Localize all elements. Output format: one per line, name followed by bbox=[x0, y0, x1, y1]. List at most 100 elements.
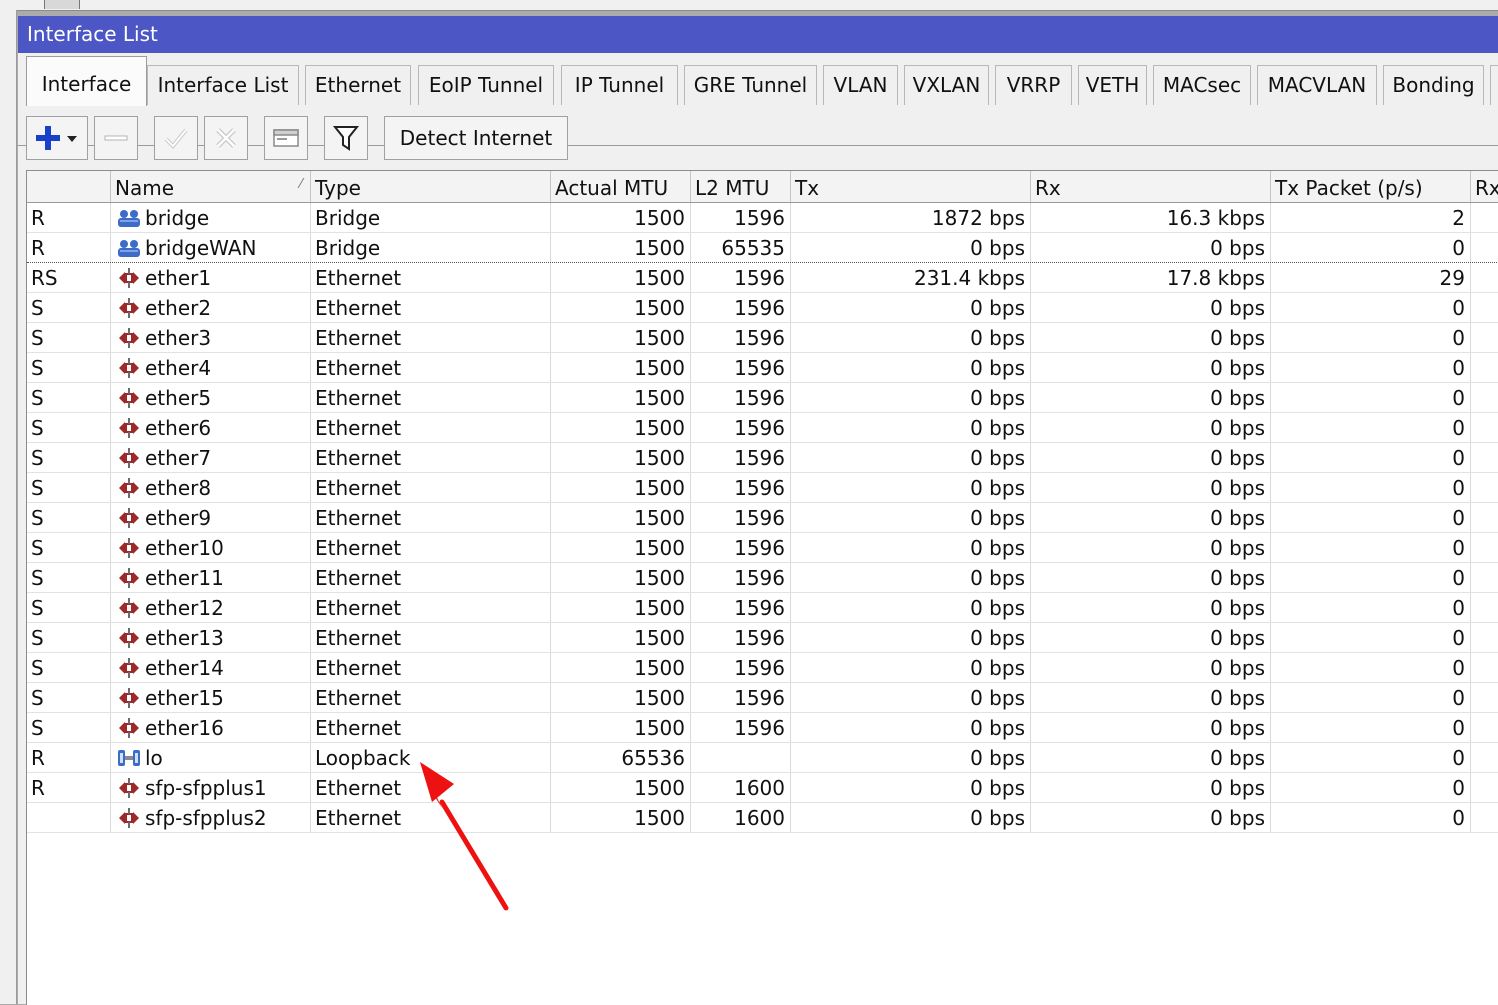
table-row[interactable]: Sether3 Ethernet 1500 1596 0 bps 0 bps 0 bbox=[27, 323, 1498, 353]
cell-rx: 0 bps bbox=[1031, 773, 1271, 802]
cell-rx: 0 bps bbox=[1031, 323, 1271, 352]
table-row[interactable]: Sether9 Ethernet 1500 1596 0 bps 0 bps 0 bbox=[27, 503, 1498, 533]
cell-l2-mtu: 1596 bbox=[691, 263, 791, 292]
window-titlebar[interactable]: Interface List bbox=[18, 16, 1498, 53]
column-header-rx[interactable]: Rx bbox=[1031, 171, 1271, 202]
cell-name: sfp-sfpplus1 bbox=[111, 773, 311, 802]
plus-icon bbox=[36, 126, 77, 150]
bridge-icon bbox=[118, 210, 140, 227]
tab-vlan[interactable]: VLAN bbox=[823, 65, 898, 105]
cell-flags: S bbox=[27, 353, 111, 382]
interface-name: bridge bbox=[145, 206, 210, 230]
interface-name: ether1 bbox=[145, 266, 212, 290]
cell-type: Ethernet bbox=[311, 803, 551, 832]
cell-flags: R bbox=[27, 773, 111, 802]
tab-vrrp[interactable]: VRRP bbox=[995, 65, 1072, 105]
table-row[interactable]: Sether16 Ethernet 1500 1596 0 bps 0 bps 0 bbox=[27, 713, 1498, 743]
column-header-flags[interactable] bbox=[27, 171, 111, 202]
tab-macvlan[interactable]: MACVLAN bbox=[1257, 65, 1377, 105]
table-row[interactable]: Sether8 Ethernet 1500 1596 0 bps 0 bps 0 bbox=[27, 473, 1498, 503]
tab-overflow[interactable] bbox=[1490, 65, 1498, 105]
table-row[interactable]: Sether2 Ethernet 1500 1596 0 bps 0 bps 0 bbox=[27, 293, 1498, 323]
cell-rx-packet bbox=[1471, 683, 1498, 712]
table-row[interactable]: Sether4 Ethernet 1500 1596 0 bps 0 bps 0 bbox=[27, 353, 1498, 383]
cell-name: ether11 bbox=[111, 563, 311, 592]
cell-tx: 0 bps bbox=[791, 593, 1031, 622]
tab-interface-list[interactable]: Interface List bbox=[147, 65, 299, 105]
interface-name: ether15 bbox=[145, 686, 224, 710]
column-header-tx[interactable]: Tx bbox=[791, 171, 1031, 202]
tab-interface[interactable]: Interface bbox=[26, 56, 147, 106]
tab-ip-tunnel[interactable]: IP Tunnel bbox=[561, 65, 678, 105]
background-left-strip bbox=[0, 10, 17, 1004]
column-header-rx-packet[interactable]: Rx bbox=[1471, 171, 1498, 202]
table-row[interactable]: Rsfp-sfpplus1 Ethernet 1500 1600 0 bps 0 bps 0 bbox=[27, 773, 1498, 803]
table-row[interactable]: Rlo Loopback 65536 0 bps 0 bps 0 bbox=[27, 743, 1498, 773]
background-tab[interactable] bbox=[44, 0, 80, 9]
tab-ethernet[interactable]: Ethernet bbox=[305, 65, 411, 105]
table-row[interactable]: Sether11 Ethernet 1500 1596 0 bps 0 bps 0 bbox=[27, 563, 1498, 593]
table-row[interactable]: Sether5 Ethernet 1500 1596 0 bps 0 bps 0 bbox=[27, 383, 1498, 413]
table-row[interactable]: Sether10 Ethernet 1500 1596 0 bps 0 bps 0 bbox=[27, 533, 1498, 563]
add-button[interactable] bbox=[26, 116, 88, 160]
cell-l2-mtu: 1600 bbox=[691, 803, 791, 832]
tab-eoip-tunnel[interactable]: EoIP Tunnel bbox=[418, 65, 554, 105]
cell-rx-packet bbox=[1471, 203, 1498, 232]
disable-button[interactable] bbox=[204, 116, 248, 160]
cell-rx: 0 bps bbox=[1031, 713, 1271, 742]
cell-actual-mtu: 1500 bbox=[551, 443, 691, 472]
table-row[interactable]: RS ether1 Ethernet 1500 1596 231.4 kbps 17.8 k… bbox=[27, 263, 1498, 293]
tab-gre-tunnel[interactable]: GRE Tunnel bbox=[684, 65, 817, 105]
cell-tx: 0 bps bbox=[791, 443, 1031, 472]
table-row[interactable]: Sether7 Ethernet 1500 1596 0 bps 0 bps 0 bbox=[27, 443, 1498, 473]
comment-button[interactable] bbox=[264, 116, 308, 160]
minus-icon bbox=[104, 135, 128, 141]
ethernet-icon bbox=[119, 448, 139, 468]
cell-rx: 0 bps bbox=[1031, 293, 1271, 322]
table-row[interactable]: Rbridge Bridge 1500 1596 1872 bps 16.3 kbps 2 bbox=[27, 203, 1498, 233]
column-header-type[interactable]: Type bbox=[311, 171, 551, 202]
table-row[interactable]: Sether15 Ethernet 1500 1596 0 bps 0 bps 0 bbox=[27, 683, 1498, 713]
enable-button[interactable] bbox=[154, 116, 198, 160]
cell-flags: S bbox=[27, 653, 111, 682]
cell-flags: S bbox=[27, 323, 111, 352]
column-header-tx-packet[interactable]: Tx Packet (p/s) bbox=[1271, 171, 1471, 202]
cell-actual-mtu: 1500 bbox=[551, 623, 691, 652]
cell-tx-packet: 0 bbox=[1271, 443, 1471, 472]
cell-actual-mtu: 1500 bbox=[551, 293, 691, 322]
remove-button[interactable] bbox=[94, 116, 138, 160]
table-row[interactable]: Sether6 Ethernet 1500 1596 0 bps 0 bps 0 bbox=[27, 413, 1498, 443]
tab-bar: Interface Interface List Ethernet EoIP T… bbox=[18, 56, 1498, 146]
cell-rx-packet bbox=[1471, 443, 1498, 472]
table-row[interactable]: sfp-sfpplus2 Ethernet 1500 1600 0 bps 0 bps 0 bbox=[27, 803, 1498, 833]
cell-flags: R bbox=[27, 233, 111, 262]
tab-vxlan[interactable]: VXLAN bbox=[904, 65, 989, 105]
table-row[interactable]: Sether14 Ethernet 1500 1596 0 bps 0 bps 0 bbox=[27, 653, 1498, 683]
cell-l2-mtu: 1596 bbox=[691, 353, 791, 382]
table-row[interactable]: RbridgeWAN Bridge 1500 65535 0 bps 0 bps 0 bbox=[27, 233, 1498, 263]
cell-l2-mtu: 1596 bbox=[691, 293, 791, 322]
cell-flags: S bbox=[27, 623, 111, 652]
table-row[interactable]: Sether13 Ethernet 1500 1596 0 bps 0 bps 0 bbox=[27, 623, 1498, 653]
filter-button[interactable] bbox=[324, 116, 368, 160]
interface-name: ether12 bbox=[145, 596, 224, 620]
cell-tx-packet: 0 bbox=[1271, 803, 1471, 832]
column-header-name[interactable]: Name ⁄ bbox=[111, 171, 311, 202]
cell-l2-mtu: 1596 bbox=[691, 623, 791, 652]
cell-name: ether12 bbox=[111, 593, 311, 622]
tab-macsec[interactable]: MACsec bbox=[1153, 65, 1251, 105]
table-row[interactable]: Sether12 Ethernet 1500 1596 0 bps 0 bps 0 bbox=[27, 593, 1498, 623]
cell-tx: 0 bps bbox=[791, 233, 1031, 262]
interface-name: ether6 bbox=[145, 416, 212, 440]
tab-veth[interactable]: VETH bbox=[1078, 65, 1147, 105]
cell-l2-mtu: 65535 bbox=[691, 233, 791, 262]
cell-l2-mtu: 1596 bbox=[691, 443, 791, 472]
cell-l2-mtu: 1596 bbox=[691, 413, 791, 442]
detect-internet-button[interactable]: Detect Internet bbox=[384, 116, 568, 160]
tab-bonding[interactable]: Bonding bbox=[1383, 65, 1484, 105]
cell-tx-packet: 0 bbox=[1271, 713, 1471, 742]
column-header-l2-mtu[interactable]: L2 MTU bbox=[691, 171, 791, 202]
interface-name: ether2 bbox=[145, 296, 212, 320]
cell-actual-mtu: 1500 bbox=[551, 473, 691, 502]
column-header-actual-mtu[interactable]: Actual MTU bbox=[551, 171, 691, 202]
